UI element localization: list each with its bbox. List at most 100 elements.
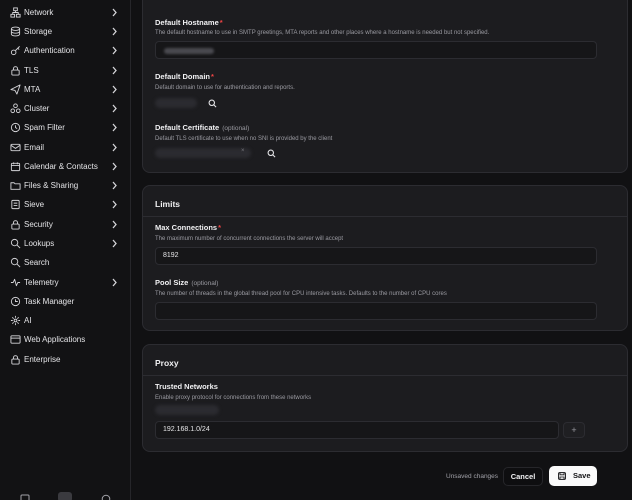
sidebar-item-network[interactable]: Network bbox=[0, 3, 131, 22]
sidebar-item-label: Sieve bbox=[24, 200, 45, 209]
app-root: Network Storage Authentication TLS MTA C… bbox=[0, 0, 632, 500]
proxy-title: Proxy bbox=[155, 358, 179, 368]
chevron-right-icon bbox=[112, 27, 117, 36]
layout-icon[interactable] bbox=[20, 494, 30, 500]
sidebar-item-mta[interactable]: MTA bbox=[0, 80, 131, 99]
sidebar-item-label: AI bbox=[24, 316, 32, 325]
help-icon[interactable] bbox=[101, 494, 111, 500]
sliders-icon[interactable] bbox=[58, 492, 72, 500]
chevron-right-icon bbox=[112, 123, 117, 132]
chevron-right-icon bbox=[112, 239, 117, 248]
sidebar-item-label: Spam Filter bbox=[24, 123, 65, 132]
sidebar-item-security[interactable]: Security bbox=[0, 215, 131, 234]
optional-marker: (optional) bbox=[191, 280, 219, 287]
calendar-icon bbox=[10, 162, 21, 172]
sidebar-bottom-bar bbox=[0, 488, 131, 500]
sidebar-item-ai[interactable]: AI bbox=[0, 311, 131, 330]
lock-icon bbox=[11, 220, 20, 230]
network-chip[interactable] bbox=[155, 405, 219, 415]
domain-chip[interactable] bbox=[155, 98, 197, 108]
search-icon[interactable] bbox=[267, 149, 276, 158]
chevron-right-icon bbox=[112, 46, 117, 55]
default-hostname-input[interactable] bbox=[155, 41, 597, 59]
chevron-right-icon bbox=[112, 278, 117, 287]
limits-card: Limits Max Connections* The maximum numb… bbox=[142, 185, 628, 331]
certificate-chip[interactable] bbox=[155, 148, 251, 158]
sidebar-item-label: Authentication bbox=[24, 46, 75, 55]
browser-icon bbox=[10, 335, 21, 344]
pool-size-label: Pool Size (optional) bbox=[155, 278, 218, 287]
sidebar-item-spam-filter[interactable]: Spam Filter bbox=[0, 118, 131, 137]
pool-size-input[interactable] bbox=[155, 302, 597, 320]
sidebar-item-lookups[interactable]: Lookups bbox=[0, 234, 131, 253]
max-connections-input[interactable]: 8192 bbox=[155, 247, 597, 265]
max-connections-label: Max Connections* bbox=[155, 223, 221, 232]
unsaved-changes-text: Unsaved changes bbox=[446, 473, 499, 480]
sidebar-item-enterprise[interactable]: Enterprise bbox=[0, 350, 131, 369]
chevron-right-icon bbox=[112, 181, 117, 190]
sidebar-item-label: Lookups bbox=[24, 239, 55, 248]
chevron-right-icon bbox=[112, 104, 117, 113]
required-marker: * bbox=[211, 72, 214, 81]
default-certificate-label: Default Certificate (optional) bbox=[155, 123, 249, 132]
default-domain-label: Default Domain* bbox=[155, 72, 214, 81]
field-label-text: Default Certificate bbox=[155, 123, 220, 132]
sidebar-item-tls[interactable]: TLS bbox=[0, 61, 131, 80]
search-icon bbox=[10, 238, 21, 249]
sidebar-item-sieve[interactable]: Sieve bbox=[0, 195, 131, 214]
remove-chip-icon[interactable]: × bbox=[241, 148, 245, 154]
search-icon bbox=[10, 257, 21, 268]
sidebar-item-storage[interactable]: Storage bbox=[0, 22, 131, 41]
add-network-button[interactable]: + bbox=[563, 422, 585, 438]
key-icon bbox=[10, 46, 20, 56]
server-settings-card: Default Hostname* The default hostname t… bbox=[142, 0, 628, 173]
sidebar-item-label: Files & Sharing bbox=[24, 181, 79, 190]
activity-icon bbox=[10, 278, 21, 287]
chevron-right-icon bbox=[112, 200, 117, 209]
sidebar-item-label: Enterprise bbox=[24, 355, 61, 364]
save-button[interactable]: Save bbox=[549, 466, 597, 486]
cluster-icon bbox=[10, 103, 21, 114]
mail-icon bbox=[10, 143, 21, 152]
sidebar-item-authentication[interactable]: Authentication bbox=[0, 41, 131, 60]
lock-icon bbox=[11, 355, 20, 365]
shield-icon bbox=[10, 122, 21, 133]
sidebar-item-calendar-contacts[interactable]: Calendar & Contacts bbox=[0, 157, 131, 176]
sidebar-item-label: Network bbox=[24, 8, 54, 17]
sidebar-item-label: MTA bbox=[24, 85, 41, 94]
trusted-networks-description: Enable proxy protocol for connections fr… bbox=[155, 395, 312, 401]
chevron-right-icon bbox=[112, 66, 117, 75]
cancel-button[interactable]: Cancel bbox=[503, 467, 543, 486]
folder-icon bbox=[10, 182, 21, 190]
sidebar-item-cluster[interactable]: Cluster bbox=[0, 99, 131, 118]
field-label-text: Max Connections bbox=[155, 223, 218, 232]
optional-marker: (optional) bbox=[222, 125, 250, 132]
ai-icon bbox=[10, 315, 21, 326]
chevron-right-icon bbox=[112, 85, 117, 94]
sidebar-item-label: Email bbox=[24, 143, 45, 152]
trusted-networks-label: Trusted Networks bbox=[155, 382, 218, 391]
sidebar-item-email[interactable]: Email bbox=[0, 138, 131, 157]
default-hostname-label: Default Hostname* bbox=[155, 18, 223, 27]
sidebar-item-telemetry[interactable]: Telemetry bbox=[0, 273, 131, 292]
filter-icon bbox=[11, 199, 20, 210]
sidebar-item-label: Calendar & Contacts bbox=[24, 162, 98, 171]
send-icon bbox=[10, 84, 21, 95]
database-icon bbox=[10, 26, 21, 37]
sidebar-item-search[interactable]: Search bbox=[0, 253, 131, 272]
sidebar-item-label: Telemetry bbox=[24, 278, 59, 287]
trusted-networks-input[interactable]: 192.168.1.0/24 bbox=[155, 421, 559, 439]
search-icon[interactable] bbox=[208, 99, 217, 108]
sidebar-item-label: Storage bbox=[24, 27, 53, 36]
sidebar-item-label: TLS bbox=[24, 66, 39, 75]
default-domain-description: Default domain to use for authentication… bbox=[155, 85, 295, 91]
sidebar-item-task-manager[interactable]: Task Manager bbox=[0, 292, 131, 311]
sidebar-item-label: Security bbox=[24, 220, 53, 229]
sidebar-item-web-applications[interactable]: Web Applications bbox=[0, 330, 131, 349]
network-icon bbox=[10, 7, 21, 18]
sidebar-item-files-sharing[interactable]: Files & Sharing bbox=[0, 176, 131, 195]
field-label-text: Default Domain bbox=[155, 72, 211, 81]
save-label: Save bbox=[573, 471, 591, 480]
redacted-value bbox=[164, 48, 214, 54]
sidebar-item-label: Search bbox=[24, 258, 50, 267]
